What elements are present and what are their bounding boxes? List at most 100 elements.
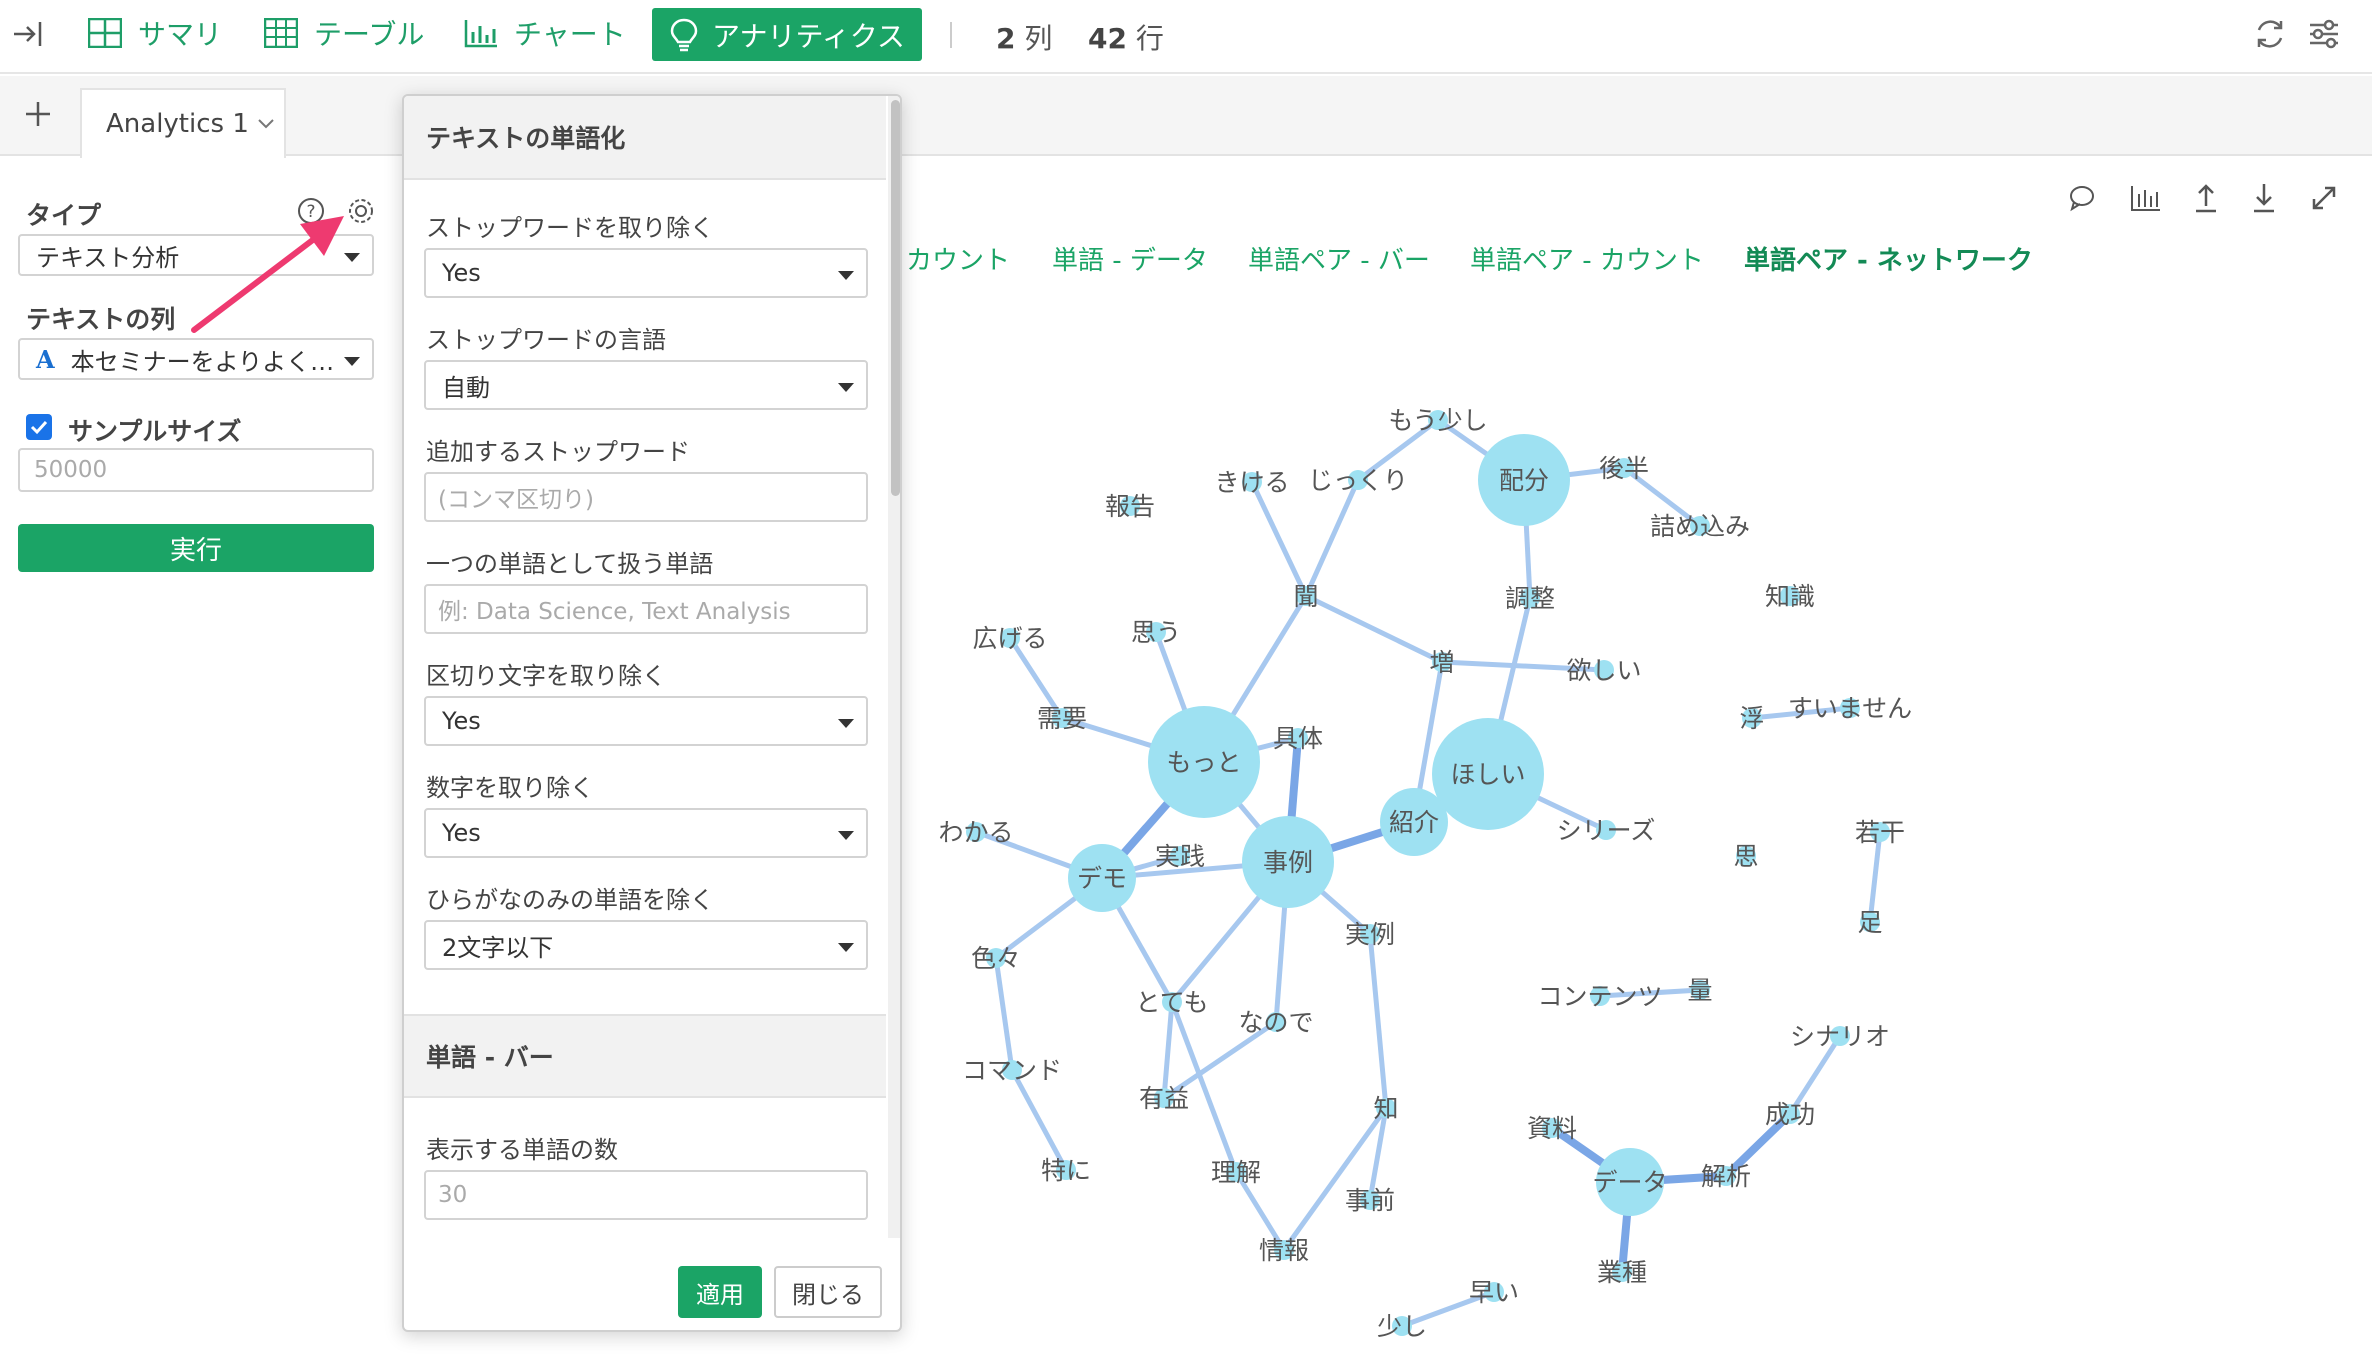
hiragana-filter-select[interactable]: 2文字以下: [424, 920, 868, 970]
node-もっと[interactable]: [1148, 706, 1260, 818]
node-足[interactable]: [1860, 912, 1880, 932]
refresh-icon[interactable]: [2252, 16, 2288, 52]
edge-もっと-デモ: [1098, 759, 1208, 881]
run-button[interactable]: 実行: [18, 524, 374, 572]
edge-事例-実例: [1286, 860, 1372, 936]
subtab-word-data[interactable]: 単語 - データ: [1052, 240, 1208, 277]
node-コマンド[interactable]: [1002, 1060, 1022, 1080]
node-報告[interactable]: [1120, 496, 1140, 516]
node-知[interactable]: [1376, 1098, 1396, 1118]
compound-words-input[interactable]: 例: Data Science, Text Analysis: [424, 584, 868, 634]
tab-analytics[interactable]: アナリティクス: [652, 8, 922, 61]
expand-sidebar-icon[interactable]: [8, 18, 44, 50]
node-資料[interactable]: [1542, 1118, 1562, 1138]
node-コンテンツ[interactable]: [1590, 986, 1610, 1006]
edge-聞-増: [1304, 593, 1444, 665]
node-需要[interactable]: [1052, 708, 1072, 728]
node-理解[interactable]: [1226, 1162, 1246, 1182]
node-配分[interactable]: [1478, 434, 1570, 526]
sample-size-checkbox[interactable]: [26, 414, 52, 440]
text-column-label: テキストの列: [26, 305, 176, 334]
stopwords-language-select[interactable]: 自動: [424, 360, 868, 410]
comment-icon[interactable]: [2064, 180, 2100, 216]
node-きける[interactable]: [1242, 472, 1262, 492]
panel-scrollbar[interactable]: [888, 96, 900, 1238]
subtab-pair-network[interactable]: 単語ペア - ネットワーク: [1744, 240, 2033, 277]
node-もう少し[interactable]: [1428, 410, 1448, 430]
node-すいません[interactable]: [1840, 698, 1860, 718]
node-なので[interactable]: [1266, 1012, 1286, 1032]
node-調整[interactable]: [1520, 588, 1540, 608]
subtab-count[interactable]: カウント: [906, 240, 1010, 277]
node-ほしい[interactable]: [1432, 718, 1544, 830]
node-実例[interactable]: [1360, 924, 1380, 944]
node-増[interactable]: [1432, 652, 1452, 672]
node-成功[interactable]: [1780, 1104, 1800, 1124]
node-わかる[interactable]: [966, 822, 986, 842]
remove-punct-select[interactable]: Yes: [424, 696, 868, 746]
text-column-select[interactable]: A 本セミナーをよりよく…: [18, 338, 374, 380]
gear-icon[interactable]: [344, 194, 378, 228]
download-icon[interactable]: [2246, 180, 2282, 216]
subtab-pair-count[interactable]: 単語ペア - カウント: [1470, 240, 1704, 277]
settings-sliders-icon[interactable]: [2306, 16, 2342, 52]
node-情報[interactable]: [1274, 1240, 1294, 1260]
tab-summary[interactable]: サマリ: [88, 0, 222, 66]
hiragana-filter-value: 2文字以下: [442, 933, 554, 962]
edge-とても-有益: [1161, 1001, 1175, 1099]
type-select[interactable]: テキスト分析: [18, 234, 374, 276]
close-button[interactable]: 閉じる: [774, 1266, 882, 1318]
apply-button[interactable]: 適用: [678, 1266, 762, 1318]
node-欲しい[interactable]: [1594, 660, 1614, 680]
add-tab-icon[interactable]: [20, 96, 56, 132]
extra-stopwords-input[interactable]: (コンマ区切り): [424, 472, 868, 522]
node-解析[interactable]: [1716, 1166, 1736, 1186]
node-浮[interactable]: [1742, 708, 1762, 728]
node-思[interactable]: [1736, 846, 1756, 866]
node-じっくり[interactable]: [1348, 470, 1368, 490]
node-広げる[interactable]: [1000, 628, 1020, 648]
node-知識[interactable]: [1780, 586, 1800, 606]
node-少し[interactable]: [1392, 1316, 1412, 1336]
sample-size-input[interactable]: 50000: [18, 448, 374, 492]
node-紹介[interactable]: [1380, 788, 1448, 856]
node-後半[interactable]: [1614, 458, 1634, 478]
node-若干[interactable]: [1870, 822, 1890, 842]
node-早い[interactable]: [1484, 1282, 1504, 1302]
tab-chart[interactable]: チャート: [464, 0, 626, 66]
edge-もっと-具体: [1203, 735, 1299, 765]
apply-button-label: 適用: [696, 1280, 744, 1309]
node-事前[interactable]: [1360, 1190, 1380, 1210]
node-事例[interactable]: [1242, 816, 1334, 908]
edge-コマンド-特に: [1009, 1068, 1069, 1172]
node-詰め込み[interactable]: [1690, 516, 1710, 536]
stopwords-select[interactable]: Yes: [424, 248, 868, 298]
edge-成功-シナリオ: [1787, 1034, 1843, 1116]
scrollbar-thumb[interactable]: [891, 100, 900, 496]
node-聞[interactable]: [1296, 586, 1316, 606]
node-量[interactable]: [1690, 980, 1710, 1000]
node-色々[interactable]: [986, 948, 1006, 968]
upload-icon[interactable]: [2188, 180, 2224, 216]
node-とても[interactable]: [1162, 992, 1182, 1012]
node-データ[interactable]: [1596, 1148, 1664, 1216]
analytics-tab[interactable]: Analytics 1: [80, 88, 286, 158]
node-思う[interactable]: [1146, 622, 1166, 642]
node-有益[interactable]: [1154, 1088, 1174, 1108]
tab-table[interactable]: テーブル: [264, 0, 424, 66]
edge-若干-足: [1867, 831, 1883, 923]
node-デモ[interactable]: [1068, 844, 1136, 912]
chart-data-icon[interactable]: [2128, 180, 2164, 216]
subtab-pair-bar[interactable]: 単語ペア - バー: [1248, 240, 1430, 277]
node-業種[interactable]: [1612, 1262, 1632, 1282]
expand-icon[interactable]: [2306, 180, 2342, 216]
node-label-配分: 配分: [1499, 466, 1549, 495]
remove-numbers-select[interactable]: Yes: [424, 808, 868, 858]
node-具体[interactable]: [1288, 728, 1308, 748]
node-シナリオ[interactable]: [1830, 1026, 1850, 1046]
node-特に[interactable]: [1056, 1160, 1076, 1180]
node-シリーズ[interactable]: [1596, 820, 1616, 840]
node-実践[interactable]: [1170, 846, 1190, 866]
help-icon[interactable]: ?: [296, 196, 326, 226]
word-count-input[interactable]: 30: [424, 1170, 868, 1220]
